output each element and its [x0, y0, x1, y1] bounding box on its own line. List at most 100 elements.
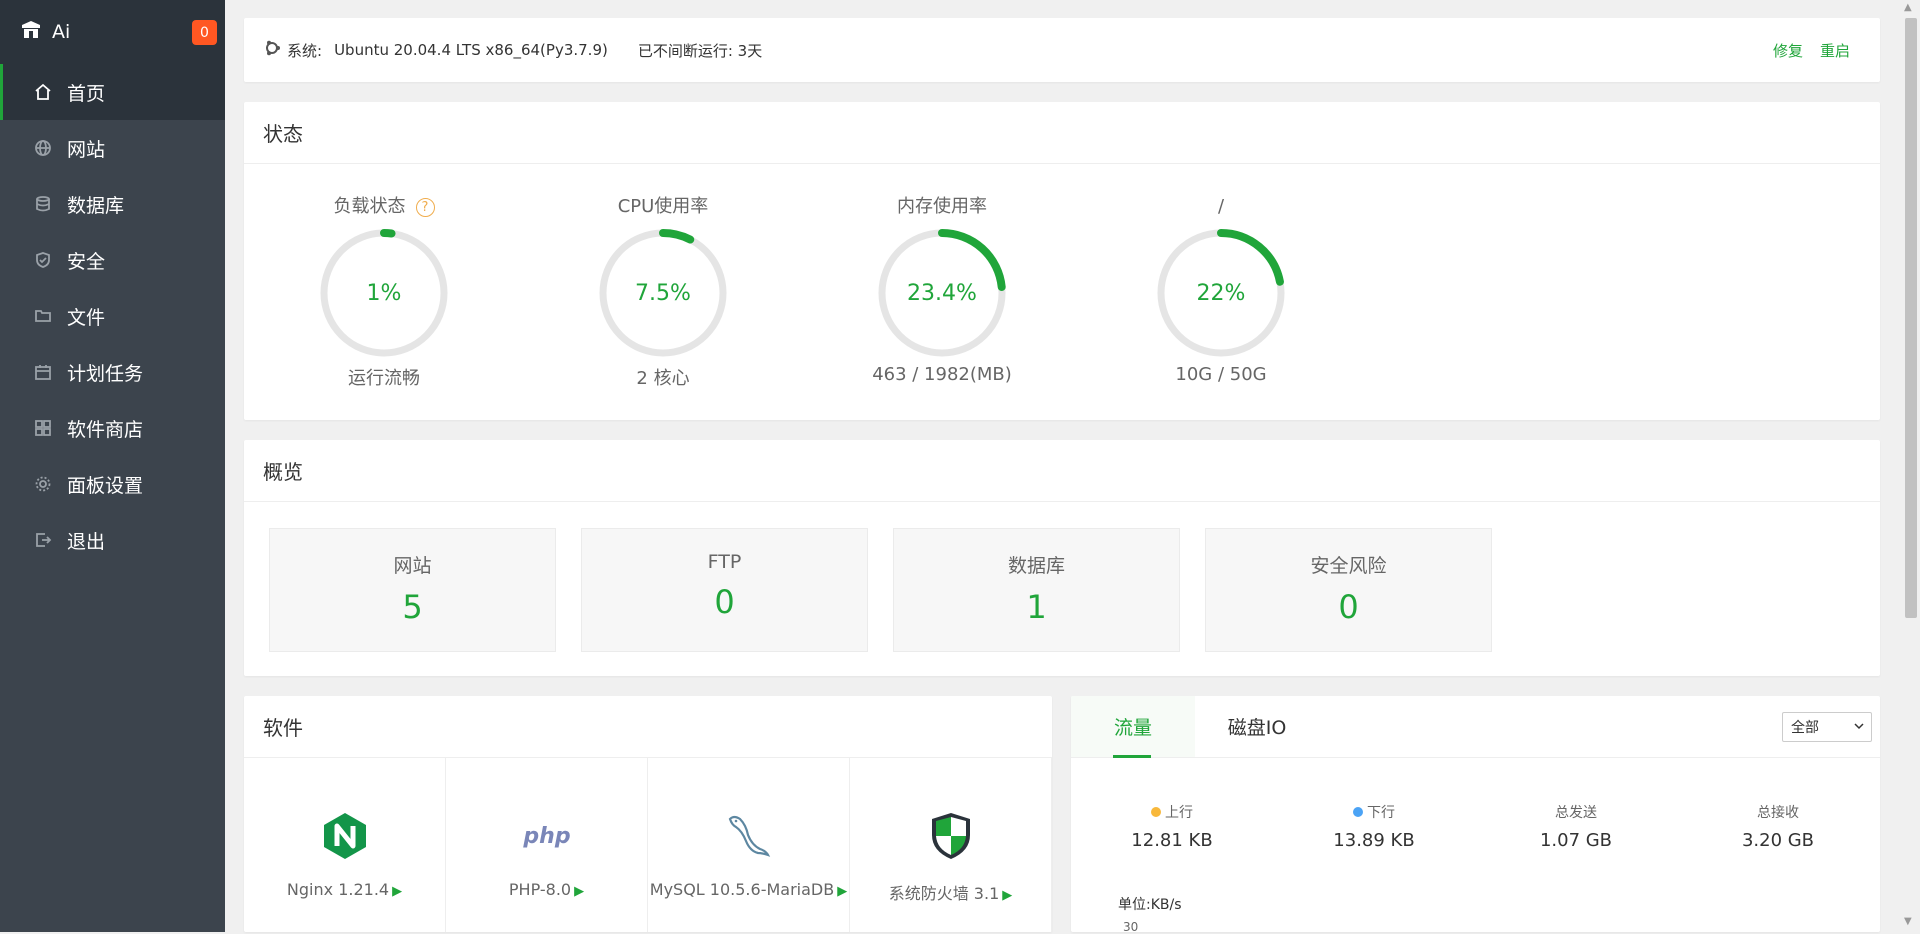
play-icon[interactable]: ▶: [1002, 888, 1012, 903]
gauge-ring: 1%: [317, 226, 451, 360]
software-name: Nginx 1.21.4▶: [244, 880, 445, 899]
gauge-ring: 7.5%: [596, 226, 730, 360]
gauge-ring: 22%: [1154, 226, 1288, 360]
mysql-icon: [648, 806, 849, 866]
overview-label: 安全风险: [1206, 551, 1491, 578]
main-content: 系统: Ubuntu 20.04.4 LTS x86_64(Py3.7.9) 已…: [225, 0, 1920, 932]
software-nginx[interactable]: Nginx 1.21.4▶: [244, 758, 446, 932]
gauge-value: 23.4%: [875, 226, 1009, 360]
status-panel: 状态 负载状态? 1% 运行流畅 CPU使用率 7.5% 2 核心 内存使用率: [244, 102, 1880, 420]
gauge-value: 1%: [317, 226, 451, 360]
tab-traffic[interactable]: 流量: [1071, 696, 1195, 757]
grid-icon: [33, 418, 53, 438]
gauge-ring: 23.4%: [875, 226, 1009, 360]
scroll-up-icon[interactable]: ▲: [1904, 2, 1912, 13]
overview-security-risk[interactable]: 安全风险 0: [1205, 528, 1492, 652]
sidebar-item-database[interactable]: 数据库: [0, 176, 225, 232]
play-icon[interactable]: ▶: [574, 884, 584, 899]
sidebar-item-home[interactable]: 首页: [0, 64, 225, 120]
sidebar-item-website[interactable]: 网站: [0, 120, 225, 176]
sidebar-item-label: 首页: [67, 79, 105, 106]
download-dot-icon: [1353, 807, 1363, 817]
gauge-title: 负载状态?: [284, 194, 484, 220]
overview-value: 5: [270, 588, 555, 626]
sidebar-item-store[interactable]: 软件商店: [0, 400, 225, 456]
php-icon: php: [446, 806, 647, 866]
overview-databases[interactable]: 数据库 1: [893, 528, 1180, 652]
overview-value: 0: [582, 583, 867, 621]
gauge-subtext: 运行流畅: [284, 364, 484, 390]
gauge-cpu[interactable]: CPU使用率 7.5% 2 核心: [563, 194, 763, 390]
restart-button[interactable]: 重启: [1820, 40, 1850, 61]
scroll-down-icon[interactable]: ▼: [1904, 916, 1912, 927]
stat-value: 1.07 GB: [1475, 830, 1677, 851]
sidebar-item-label: 数据库: [67, 191, 124, 218]
calendar-icon: [33, 362, 53, 382]
overview-ftp[interactable]: FTP 0: [581, 528, 868, 652]
chevron-down-icon: [1853, 720, 1865, 736]
firewall-icon: [850, 806, 1051, 866]
svg-text:php: php: [522, 824, 570, 849]
system-actions: 修复 重启: [1756, 18, 1850, 82]
gauge-disk[interactable]: / 22% 10G / 50G: [1121, 194, 1321, 385]
interface-select[interactable]: 全部: [1782, 712, 1872, 742]
software-php[interactable]: php PHP-8.0▶: [446, 758, 648, 932]
overview-panel: 概览 网站 5 FTP 0 数据库 1 安全风险 0: [244, 440, 1880, 676]
tab-disk-io[interactable]: 磁盘IO: [1195, 696, 1319, 757]
software-mysql[interactable]: MySQL 10.5.6-MariaDB▶: [648, 758, 850, 932]
gauge-value: 7.5%: [596, 226, 730, 360]
notification-badge[interactable]: 0: [192, 20, 217, 45]
overview-websites[interactable]: 网站 5: [269, 528, 556, 652]
play-icon[interactable]: ▶: [392, 884, 402, 899]
nginx-icon: [244, 806, 445, 866]
globe-icon: [33, 138, 53, 158]
uptime: 已不间断运行: 3天: [638, 40, 762, 61]
gauge-memory[interactable]: 内存使用率 23.4% 463 / 1982(MB): [842, 194, 1042, 385]
folder-icon: [33, 306, 53, 326]
repair-button[interactable]: 修复: [1773, 40, 1803, 61]
stat-label: 总接收: [1677, 802, 1879, 822]
gauge-title: /: [1121, 194, 1321, 220]
sidebar-item-label: 计划任务: [67, 359, 143, 386]
stat-value: 12.81 KB: [1071, 830, 1273, 851]
sidebar-item-files[interactable]: 文件: [0, 288, 225, 344]
overview-label: 数据库: [894, 551, 1179, 578]
sidebar-item-label: 文件: [67, 303, 105, 330]
overview-value: 0: [1206, 588, 1491, 626]
stat-download: 下行 13.89 KB: [1273, 802, 1475, 851]
sidebar-menu: 首页 网站 数据库 安全 文件 计划任务 软件商店 面板设置: [0, 64, 225, 568]
scrollbar-thumb[interactable]: [1905, 18, 1917, 618]
gauge-title: CPU使用率: [563, 194, 763, 220]
traffic-tabs: 流量 磁盘IO 全部: [1071, 696, 1880, 758]
page-scrollbar[interactable]: ▲ ▼: [1900, 0, 1920, 932]
sidebar-item-cron[interactable]: 计划任务: [0, 344, 225, 400]
brand[interactable]: Ai 0: [0, 0, 225, 64]
play-icon[interactable]: ▶: [837, 884, 847, 899]
status-title: 状态: [244, 102, 1880, 164]
shield-icon: [33, 250, 53, 270]
software-name: MySQL 10.5.6-MariaDB▶: [648, 880, 849, 899]
software-firewall[interactable]: 系统防火墙 3.1▶: [850, 758, 1052, 932]
software-title: 软件: [244, 696, 1052, 758]
database-icon: [33, 194, 53, 214]
sidebar-item-settings[interactable]: 面板设置: [0, 456, 225, 512]
sidebar: Ai 0 首页 网站 数据库 安全 文件 计划任务 软件商店: [0, 0, 225, 932]
sidebar-item-label: 软件商店: [67, 415, 143, 442]
help-icon[interactable]: ?: [416, 198, 435, 217]
gauge-load[interactable]: 负载状态? 1% 运行流畅: [284, 194, 484, 390]
software-name: PHP-8.0▶: [446, 880, 647, 899]
stat-total-received: 总接收 3.20 GB: [1677, 802, 1879, 851]
home-icon: [33, 82, 53, 102]
gear-icon: [33, 474, 53, 494]
chart-unit-label: 单位:KB/s: [1118, 894, 1182, 914]
software-panel: 软件 Nginx 1.21.4▶ php PHP-8.0▶ MySQL 10.5…: [244, 696, 1052, 932]
overview-label: 网站: [270, 551, 555, 578]
sidebar-item-label: 面板设置: [67, 471, 143, 498]
sidebar-item-logout[interactable]: 退出: [0, 512, 225, 568]
overview-value: 1: [894, 588, 1179, 626]
sidebar-item-security[interactable]: 安全: [0, 232, 225, 288]
stat-label: 总发送: [1475, 802, 1677, 822]
overview-label: FTP: [582, 551, 867, 573]
os-version: Ubuntu 20.04.4 LTS x86_64(Py3.7.9): [334, 41, 608, 59]
stat-total-sent: 总发送 1.07 GB: [1475, 802, 1677, 851]
